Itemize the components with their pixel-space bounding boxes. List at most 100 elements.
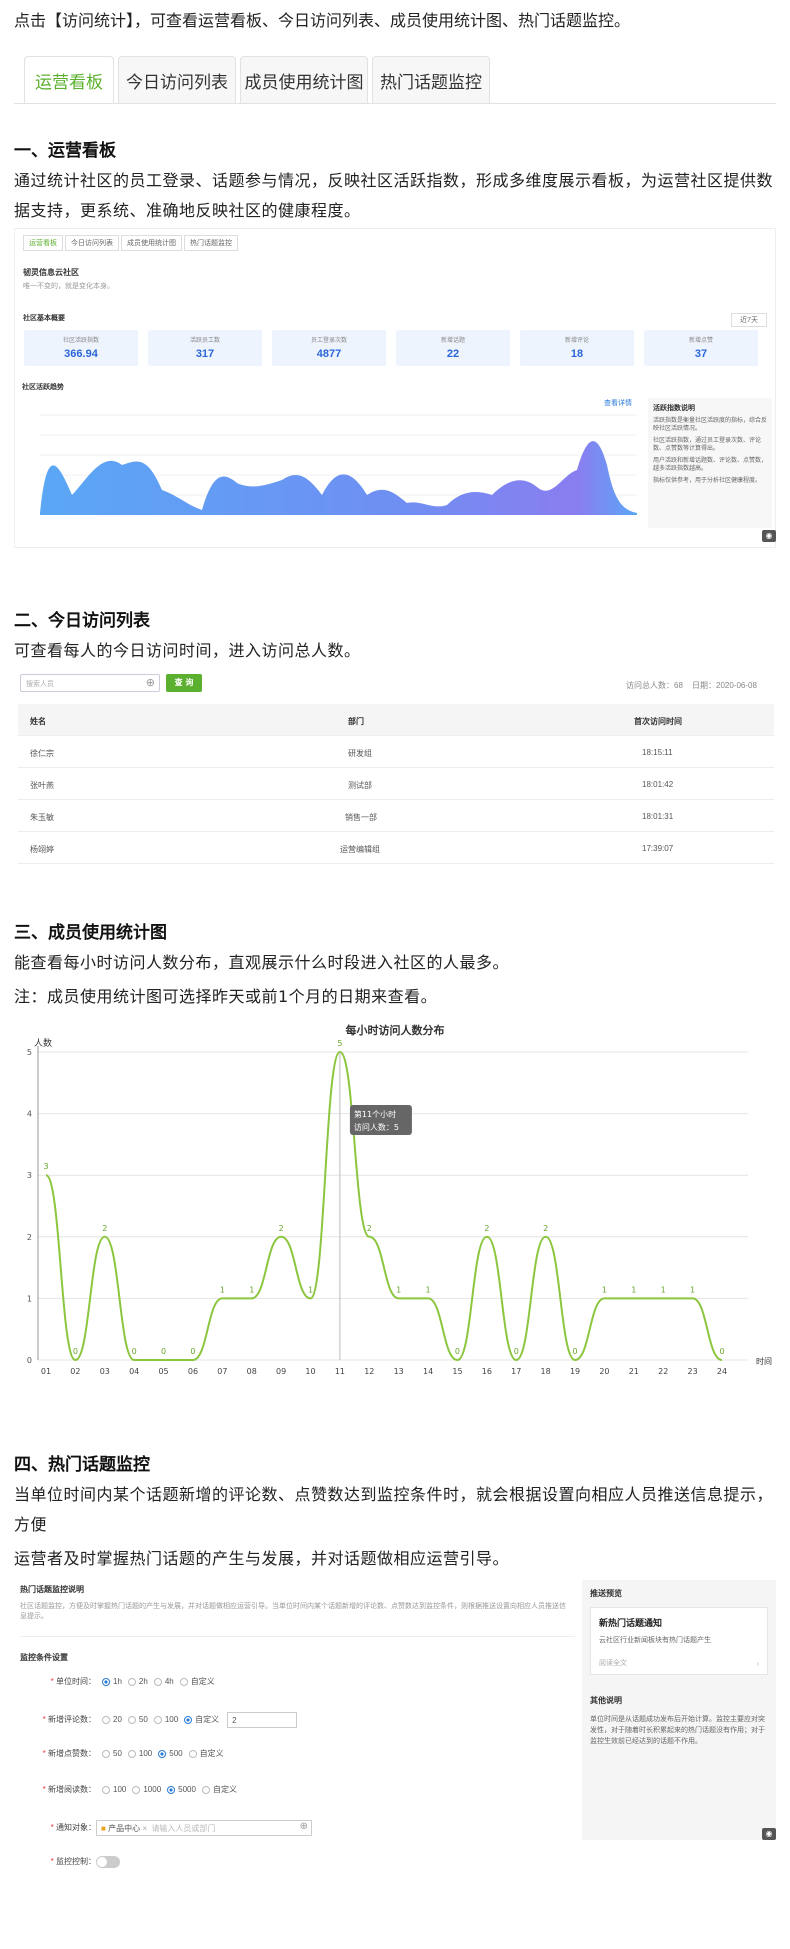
push-read-link[interactable]: 阅读全文	[599, 1658, 627, 1668]
x-tick-label: 22	[658, 1367, 668, 1376]
cell-time: 18:15:11	[642, 748, 673, 757]
expand-icon[interactable]: ◉	[762, 1828, 776, 1840]
mini-tab[interactable]: 今日访问列表	[65, 235, 119, 251]
tab-dashboard[interactable]: 运营看板	[24, 56, 114, 104]
notify-placeholder: 请输入人员或部门	[151, 1824, 216, 1833]
kpi-label: 活跃员工数	[189, 337, 220, 344]
cell-dept: 运营编辑组	[340, 845, 380, 854]
trend-area-chart	[40, 414, 637, 515]
mini-tab[interactable]: 热门话题监控	[184, 235, 238, 251]
kpi-value: 18	[570, 348, 584, 360]
radio-icon[interactable]	[127, 1677, 136, 1686]
radio-icon[interactable]	[153, 1677, 162, 1686]
notify-input[interactable]: ■ 产品中心 × 请输入人员或部门 ⊕	[96, 1820, 312, 1836]
cell-name: 杨翊婷	[30, 845, 54, 854]
kpi-label: 员工登录次数	[310, 337, 347, 344]
tab-usage-chart[interactable]: 成员使用统计图	[240, 56, 368, 104]
x-tick-label: 20	[599, 1367, 609, 1376]
kpi-value: 4877	[316, 348, 342, 360]
monitor-toggle[interactable]	[96, 1856, 120, 1868]
table-row[interactable]: 徐仁宗 研发组 18:15:11	[18, 736, 774, 768]
chevron-right-icon: ›	[756, 1661, 759, 1668]
data-label: 2	[484, 1224, 489, 1233]
data-label: 1	[602, 1285, 607, 1294]
radio-icon[interactable]	[158, 1749, 167, 1758]
cond-title: 监控条件设置	[20, 1653, 68, 1662]
tooltip-line1: 第11个小时	[354, 1109, 396, 1119]
cell-dept: 销售一部	[345, 813, 377, 822]
table-row[interactable]: 朱玉敏 销售一部 18:01:31	[18, 800, 774, 832]
kpi-value: 37	[694, 348, 708, 360]
radio-icon[interactable]	[102, 1716, 110, 1724]
data-label: 0	[73, 1347, 78, 1356]
y-tick-label: 0	[27, 1356, 32, 1365]
table-row[interactable]: 杨翊婷 运营编辑组 17:39:07	[18, 832, 774, 864]
table-row[interactable]: 张叶燕 测试部 18:01:42	[18, 768, 774, 800]
kpi-card: 新增点赞 37	[644, 330, 758, 366]
trend-title: 社区活跃趋势	[22, 383, 64, 391]
data-label: 0	[572, 1347, 577, 1356]
data-label: 1	[396, 1285, 401, 1294]
cond-label: 新增评论数	[26, 1714, 88, 1725]
radio-icon[interactable]	[179, 1677, 188, 1686]
search-input[interactable]: 搜索人员 ⊕	[20, 674, 160, 692]
radio-icon[interactable]	[102, 1677, 110, 1686]
query-button[interactable]: 查 询	[166, 674, 202, 692]
expand-icon[interactable]: ◉	[762, 530, 776, 542]
mini-tab[interactable]: 成员使用统计图	[121, 235, 182, 251]
section4-title: 四、热门话题监控	[14, 1455, 150, 1475]
data-label: 2	[367, 1224, 372, 1233]
side-item: 用户活跃和新增话题数、评论数、点赞数，越多活跃指数越高。	[653, 458, 768, 472]
side-item: 社区活跃指数，通过员工登录次数、评论数、点赞数等计算得出。	[653, 438, 762, 452]
cond-label: 新增阅读数	[26, 1784, 88, 1795]
col-name: 姓名	[30, 717, 46, 726]
mini-tab[interactable]: 运营看板	[23, 235, 63, 251]
data-label: 0	[190, 1347, 195, 1356]
radio-icon[interactable]	[127, 1716, 136, 1724]
radio-icon[interactable]	[188, 1749, 197, 1758]
tab-hot-topics[interactable]: 热门话题监控	[372, 56, 490, 104]
tag-close-icon[interactable]: ×	[142, 1824, 147, 1833]
radio-icon[interactable]	[127, 1749, 136, 1758]
radio-icon[interactable]	[184, 1716, 193, 1724]
radio-label: 自定义	[212, 1785, 237, 1794]
x-tick-label: 04	[129, 1367, 139, 1376]
series-line	[45, 1050, 723, 1362]
data-label: 0	[514, 1347, 519, 1356]
data-label: 2	[543, 1224, 548, 1233]
radio-icon[interactable]	[167, 1785, 176, 1794]
x-tick-label: 17	[511, 1367, 521, 1376]
x-tick-label: 21	[629, 1367, 639, 1376]
tooltip-line2: 访问人数：5	[354, 1122, 399, 1132]
cond-row: 新增点赞数：50100500自定义	[26, 1748, 224, 1759]
range-select[interactable]: 近7天	[731, 313, 767, 327]
switch-row: 监控控制：	[26, 1856, 120, 1868]
custom-comment-input[interactable]: 2	[227, 1712, 298, 1728]
cell-dept: 测试部	[348, 781, 372, 790]
cell-time: 18:01:42	[642, 780, 674, 789]
x-tick-label: 03	[100, 1367, 110, 1376]
cond-row: 单位时间：1h2h4h自定义	[26, 1676, 215, 1687]
side-item: 活跃指数是衡量社区活跃度的指标，综合反映社区活跃情况。	[653, 418, 768, 432]
radio-label: 自定义	[195, 1715, 220, 1725]
visit-date: 日期：2020-06-08	[692, 681, 757, 690]
radio-icon[interactable]	[102, 1785, 110, 1794]
side-title: 活跃指数说明	[653, 404, 695, 412]
y-tick-label: 4	[27, 1110, 32, 1119]
tab-today-visits[interactable]: 今日访问列表	[118, 56, 236, 104]
visit-total: 访问总人数：68	[626, 681, 683, 690]
folder-icon: ■	[101, 1824, 106, 1833]
x-tick-label: 09	[276, 1367, 286, 1376]
radio-icon[interactable]	[201, 1785, 210, 1794]
data-label: 0	[455, 1347, 460, 1356]
radio-icon[interactable]	[102, 1749, 110, 1758]
data-label: 0	[161, 1347, 166, 1356]
push-card-title: 新热门话题通知	[599, 1619, 663, 1629]
radio-icon[interactable]	[153, 1716, 162, 1724]
data-label: 1	[220, 1285, 225, 1294]
add-icon[interactable]: ⊕	[300, 1821, 308, 1832]
radio-icon[interactable]	[132, 1785, 141, 1794]
radio-label: 自定义	[199, 1749, 224, 1758]
notify-label: 通知对象	[26, 1822, 88, 1833]
x-tick-label: 11	[335, 1367, 345, 1376]
